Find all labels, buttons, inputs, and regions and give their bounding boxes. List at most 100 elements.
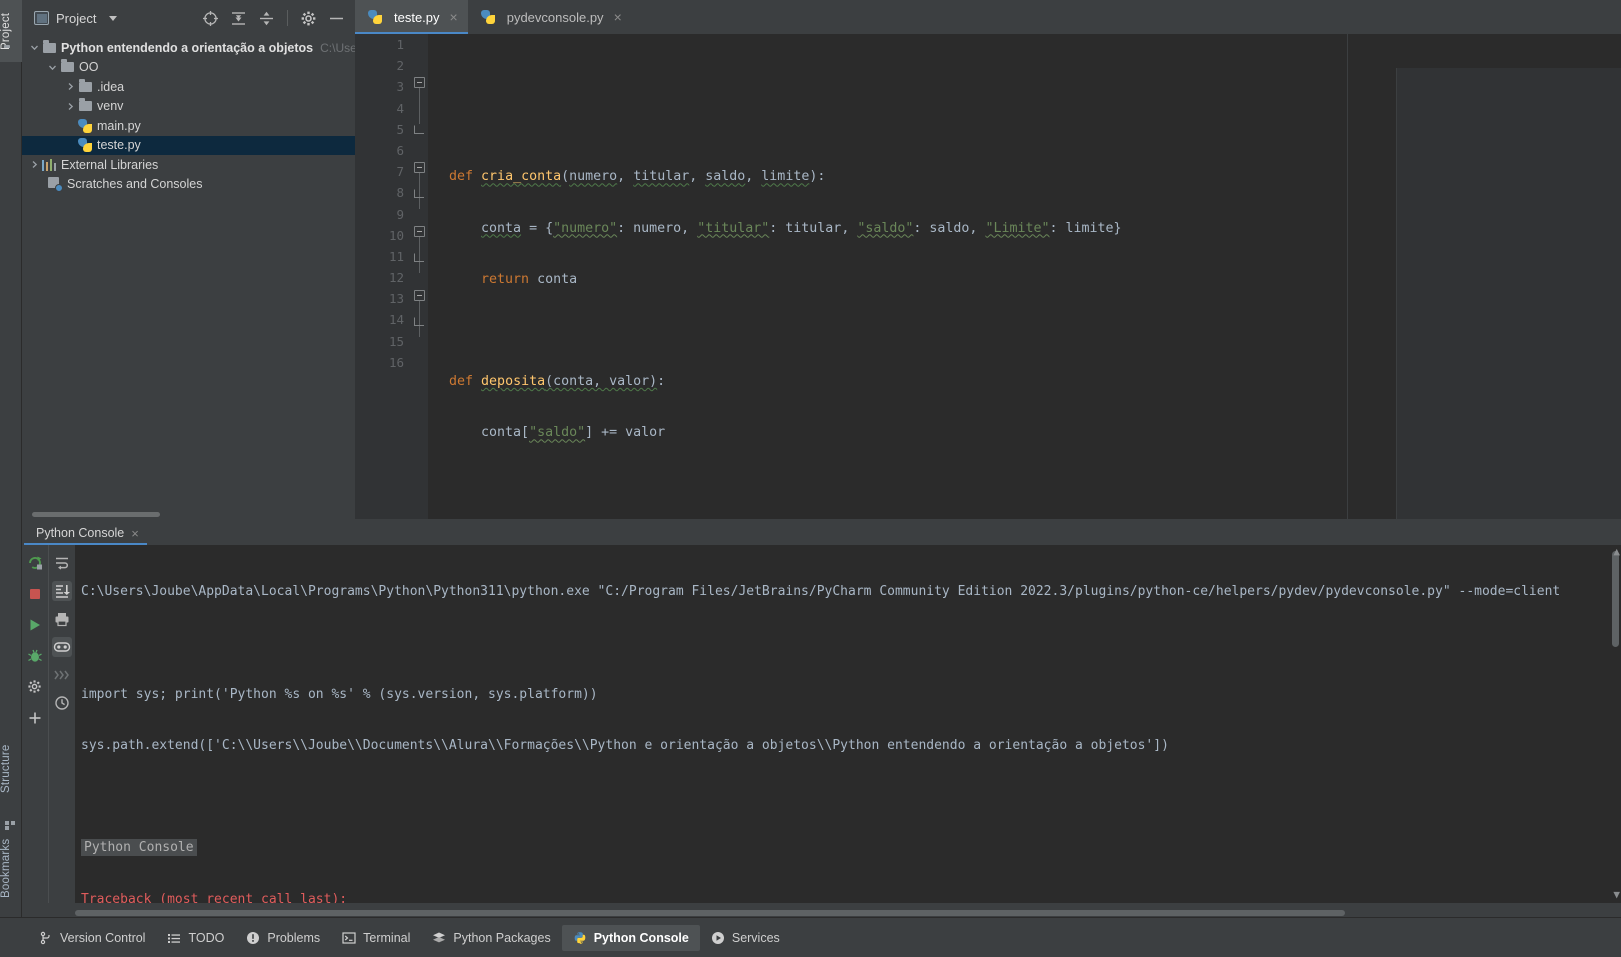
chevron-right-icon[interactable]: [28, 160, 41, 169]
left-tool-window-bar: Project Structure Bookmarks: [0, 0, 22, 957]
line-number: 11: [388, 248, 404, 264]
print-icon[interactable]: [52, 609, 72, 629]
chevron-right-icon[interactable]: [64, 82, 77, 91]
gear-icon[interactable]: [300, 10, 317, 27]
status-item-version-control[interactable]: Version Control: [28, 925, 156, 951]
close-icon[interactable]: ×: [450, 10, 458, 24]
line-number: 5: [396, 121, 404, 137]
chevron-right-icon[interactable]: [64, 102, 77, 111]
close-icon[interactable]: ×: [614, 10, 622, 24]
console-line-command: sys.path.extend(['C:\\Users\\Joube\\Docu…: [81, 737, 1169, 753]
python-file-icon: [77, 138, 93, 153]
console-line-command: import sys; print('Python %s on %s' % (s…: [81, 686, 598, 702]
console-tab-python-console[interactable]: Python Console ×: [24, 521, 147, 545]
tree-row-main-py[interactable]: main.py: [22, 116, 355, 136]
console-toolbar-left: [22, 545, 48, 903]
folder-icon: [77, 98, 93, 112]
console-horizontal-scrollbar[interactable]: [75, 910, 1345, 916]
sidebar-tab-bookmarks[interactable]: Bookmarks: [0, 821, 22, 915]
tree-row-venv[interactable]: venv: [22, 97, 355, 117]
project-panel-horizontal-scrollbar[interactable]: [32, 512, 160, 517]
libraries-icon: [41, 158, 57, 171]
console-tab-bar: Python Console ×: [22, 519, 1621, 545]
console-vertical-scrollbar[interactable]: [1612, 551, 1619, 647]
fold-end-icon[interactable]: [414, 317, 424, 326]
select-opened-file-icon[interactable]: [202, 10, 219, 27]
status-item-label: Python Console: [593, 930, 689, 945]
run-icon[interactable]: [25, 615, 45, 635]
tree-row-scratches-and-consoles[interactable]: Scratches and Consoles: [22, 175, 355, 195]
tree-row-teste-py[interactable]: teste.py: [22, 135, 355, 155]
status-item-label: TODO: [188, 930, 225, 945]
fold-collapse-icon[interactable]: [414, 226, 425, 237]
status-item-python-console[interactable]: Python Console: [561, 924, 700, 951]
fold-collapse-icon[interactable]: [414, 290, 425, 301]
fold-collapse-icon[interactable]: [414, 162, 425, 173]
tree-project-path: C:\Users\Jou: [320, 40, 355, 55]
branch-icon: [39, 931, 53, 945]
chevron-down-icon[interactable]: [28, 43, 41, 52]
console-line-label: Python Console: [81, 837, 1621, 858]
tree-label: Python entendendo a orientação a objetos: [61, 40, 314, 55]
add-icon[interactable]: [25, 708, 45, 728]
show-variables-icon[interactable]: [52, 637, 72, 657]
history-clock-icon[interactable]: [52, 693, 72, 713]
fold-collapse-icon[interactable]: [414, 77, 425, 88]
status-item-todo[interactable]: TODO: [156, 925, 235, 951]
status-item-problems[interactable]: Problems: [235, 925, 331, 951]
sidebar-tab-project[interactable]: Project: [0, 0, 22, 62]
fold-end-icon[interactable]: [414, 125, 424, 134]
tree-row-project-root[interactable]: Python entendendo a orientação a objetos…: [22, 38, 355, 58]
project-panel-title-group[interactable]: Project: [34, 10, 118, 26]
tree-row-idea[interactable]: .idea: [22, 77, 355, 97]
scroll-to-end-icon[interactable]: [52, 581, 72, 601]
scroll-down-arrow-icon[interactable]: ▼: [1613, 888, 1620, 901]
fold-end-icon[interactable]: [414, 253, 424, 262]
line-number: 7: [396, 164, 404, 180]
editor-tab-label: pydevconsole.py: [506, 9, 604, 25]
line-number: 12: [388, 270, 404, 286]
python-console-tool-window: Python Console × C:\Users\Joube\AppData\…: [22, 519, 1621, 917]
tree-row-external-libraries[interactable]: External Libraries: [22, 155, 355, 175]
rerun-icon[interactable]: [25, 553, 45, 573]
tree-row-oo[interactable]: OO: [22, 58, 355, 78]
line-number: 10: [388, 227, 404, 243]
scroll-up-arrow-icon[interactable]: ▲: [1613, 545, 1620, 558]
code-folding-gutter[interactable]: [412, 34, 428, 519]
console-line-command: C:\Users\Joube\AppData\Local\Programs\Py…: [81, 584, 1561, 599]
chevron-down-icon[interactable]: [109, 15, 118, 21]
line-number: 16: [388, 354, 404, 370]
line-number: 1: [396, 37, 404, 52]
editor-tab-pydevconsole-py[interactable]: pydevconsole.py ×: [468, 0, 632, 34]
python-file-icon: [367, 10, 383, 24]
console-output[interactable]: C:\Users\Joube\AppData\Local\Programs\Py…: [75, 545, 1621, 903]
project-panel-title: Project: [56, 10, 97, 26]
fold-end-icon[interactable]: [414, 189, 424, 198]
chevron-down-icon[interactable]: [46, 63, 59, 72]
status-item-services[interactable]: Services: [700, 925, 791, 951]
code-editor[interactable]: 1 2 3 4 5 6 7 8 9 10 11 12 13 14 15 16 d…: [355, 34, 1621, 853]
line-number: 14: [388, 312, 404, 328]
editor-tab-teste-py[interactable]: teste.py ×: [355, 0, 468, 34]
settings-gear-icon[interactable]: [25, 677, 45, 697]
status-item-python-packages[interactable]: Python Packages: [421, 925, 561, 951]
line-number: 4: [396, 100, 404, 116]
execute-icon[interactable]: [52, 665, 72, 685]
todo-list-icon: [167, 931, 181, 945]
folder-icon: [77, 78, 93, 92]
sidebar-tab-structure[interactable]: Structure: [0, 727, 22, 811]
python-file-icon: [77, 118, 93, 133]
status-item-terminal[interactable]: Terminal: [331, 925, 421, 951]
collapse-all-icon[interactable]: [258, 10, 275, 27]
hide-icon[interactable]: [328, 10, 345, 27]
stop-icon[interactable]: [25, 584, 45, 604]
line-number: 8: [396, 185, 404, 201]
close-icon[interactable]: ×: [131, 526, 139, 541]
debug-icon[interactable]: [25, 646, 45, 666]
project-tree[interactable]: Python entendendo a orientação a objetos…: [22, 36, 355, 519]
pycharm-window: Project Structure Bookmarks Project Pyth…: [0, 0, 1621, 957]
status-item-label: Problems: [267, 930, 321, 945]
soft-wrap-icon[interactable]: [52, 553, 72, 573]
expand-all-icon[interactable]: [230, 10, 247, 27]
